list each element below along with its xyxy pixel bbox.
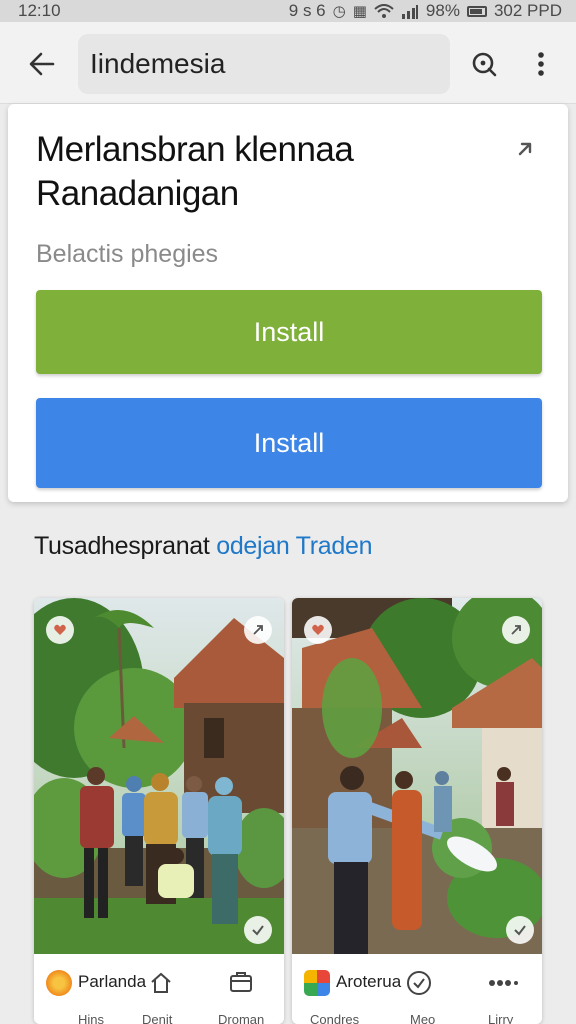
more-options-button[interactable]	[524, 46, 558, 82]
screenshot-photo-village-garden	[292, 598, 542, 954]
signal-icon	[401, 4, 419, 19]
app-logo-icon	[46, 970, 72, 996]
install-button-primary[interactable]: Install	[36, 290, 542, 374]
search-icon	[472, 52, 497, 77]
app-bar: Iindemesia	[0, 22, 576, 104]
app-card: Merlansbran klennaa Ranadanigan Belactis…	[8, 104, 568, 502]
check-icon	[514, 925, 526, 936]
expand-icon	[253, 625, 263, 635]
screenshot-1-label-3: Droman	[218, 1012, 265, 1024]
screenshot-2-badge-left	[304, 616, 332, 644]
screenshot-2-label-1: Condres	[310, 1012, 360, 1024]
app-title: Merlansbran klennaa Ranadanigan	[36, 128, 496, 216]
wallet-icon[interactable]	[226, 968, 256, 998]
more-horizontal-icon[interactable]	[488, 968, 518, 998]
heart-icon	[54, 624, 66, 635]
screenshot-1-name: Parlanda	[78, 972, 147, 991]
screenshot-1-badge-right	[244, 616, 272, 644]
screenshot-1-footer: Parlanda Hins Denit Droman	[34, 954, 284, 1024]
notification-icons: 9 s 6	[288, 1, 326, 20]
status-icons: 9 s 6 ◷ ▦ 98% 302 PPD	[289, 1, 562, 21]
search-input[interactable]: Iindemesia	[78, 34, 450, 94]
screenshot-1-badge-left	[46, 616, 74, 644]
share-button[interactable]	[512, 134, 542, 164]
share-arrow-icon	[518, 142, 532, 156]
screenshot-2-badge-right	[502, 616, 530, 644]
screenshot-card-2[interactable]: Aroterua Condres Meo Lirry	[292, 598, 542, 1024]
nfc-icon: ▦	[352, 3, 367, 20]
section-title: Tusadhespranat	[34, 532, 210, 560]
status-time: 12:10	[18, 1, 61, 20]
battery-percent: 98%	[425, 1, 460, 20]
more-vertical-icon	[538, 52, 544, 76]
back-button[interactable]	[24, 46, 60, 82]
screenshot-2-footer: Aroterua Condres Meo Lirry	[292, 954, 542, 1024]
install-button-secondary[interactable]: Install	[36, 398, 542, 488]
search-button[interactable]	[466, 46, 502, 82]
check-icon	[252, 925, 264, 936]
arrow-left-icon	[29, 52, 55, 76]
expand-icon	[511, 625, 521, 635]
carrier-label: 302 PPD	[493, 1, 562, 20]
section-heading: Tusadhespranat odejan Traden	[34, 532, 372, 561]
battery-icon	[466, 5, 487, 17]
check-circle-icon[interactable]	[404, 968, 434, 998]
heart-icon	[312, 624, 324, 635]
app-title-line-1: Merlansbran klennaa	[36, 130, 354, 169]
wifi-icon	[374, 3, 394, 19]
home-icon[interactable]	[146, 968, 176, 998]
screenshot-1-label-2: Denit	[142, 1012, 173, 1024]
screenshot-2-badge-bottom	[506, 916, 534, 944]
app-title-line-2: Ranadanigan	[36, 174, 239, 213]
screenshot-2-label-2: Meo	[410, 1012, 436, 1024]
alarm-icon: ◷	[332, 3, 346, 20]
status-bar: 12:10 9 s 6 ◷ ▦ 98% 302 PPD	[0, 0, 576, 22]
screenshot-2-label-3: Lirry	[488, 1012, 514, 1024]
screenshot-photo-village-group	[34, 598, 284, 954]
search-query: Iindemesia	[90, 48, 226, 79]
screenshot-1-label-1: Hins	[78, 1012, 105, 1024]
screenshot-1-badge-bottom	[244, 916, 272, 944]
screenshot-card-1[interactable]: Parlanda Hins Denit Droman	[34, 598, 284, 1024]
section-link[interactable]: odejan Traden	[216, 532, 372, 560]
screenshot-2-name: Aroterua	[336, 972, 402, 991]
app-logo-icon	[304, 970, 330, 996]
app-subtitle: Belactis phegies	[36, 240, 219, 268]
